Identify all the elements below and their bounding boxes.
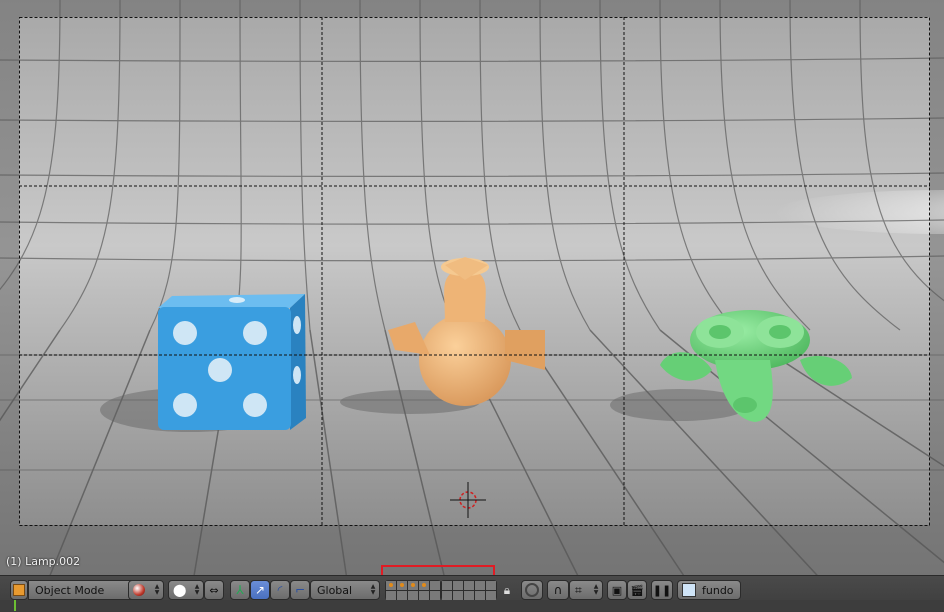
layer-3-button[interactable] bbox=[408, 581, 418, 590]
layer-13-button[interactable] bbox=[408, 591, 418, 600]
render-animation-button[interactable]: 🎬︎ bbox=[627, 580, 647, 600]
editor-type-button[interactable] bbox=[10, 580, 28, 600]
snap-toggle-button[interactable]: ∩ bbox=[547, 580, 569, 600]
layer-8-button[interactable] bbox=[464, 581, 474, 590]
active-object-label: (1) Lamp.002 bbox=[6, 555, 81, 568]
pivot-point-select[interactable]: ⬤ ▲ ▼ bbox=[168, 580, 204, 600]
layer-10-button[interactable] bbox=[486, 581, 496, 590]
layer-15-button[interactable] bbox=[430, 591, 440, 600]
scale-button[interactable]: ⌐ bbox=[290, 580, 310, 600]
layer-7-button[interactable] bbox=[453, 581, 463, 590]
layer-17-button[interactable] bbox=[453, 591, 463, 600]
layer-16-button[interactable] bbox=[442, 591, 452, 600]
snap-element-select[interactable]: ⌗ ▲ ▼ bbox=[569, 580, 603, 600]
dice-object bbox=[158, 294, 306, 430]
viewport-shading-select[interactable]: ▲ ▼ bbox=[128, 580, 164, 600]
current-frame-marker bbox=[14, 600, 16, 611]
dropdown-arrows-icon: ▲▼ bbox=[593, 583, 599, 596]
rotate-icon: ◜ bbox=[277, 583, 283, 597]
pivot-align-button[interactable]: ⇔ bbox=[204, 580, 224, 600]
scale-icon: ⌐ bbox=[294, 583, 306, 597]
render-animation-icon: 🎬︎ bbox=[630, 583, 644, 597]
camera-icon: ❚❚ bbox=[652, 583, 672, 597]
layer-20-button[interactable] bbox=[486, 591, 496, 600]
sphere-shading-icon bbox=[133, 584, 145, 596]
layer-6-button[interactable] bbox=[442, 581, 452, 590]
magnet-icon: ∩ bbox=[553, 583, 563, 597]
cube-icon bbox=[13, 584, 25, 596]
orientation-label: Global bbox=[317, 583, 353, 597]
layer-14-button[interactable] bbox=[419, 591, 429, 600]
layer-buttons-group-2[interactable] bbox=[441, 580, 497, 600]
layer-1-button[interactable] bbox=[386, 581, 396, 590]
scene-name: fundo bbox=[702, 583, 734, 597]
layer-5-button[interactable] bbox=[430, 581, 440, 590]
lock-icon: 🔒︎ bbox=[503, 582, 511, 597]
render-image-icon: ▣ bbox=[611, 583, 623, 597]
proportional-edit-icon bbox=[525, 583, 539, 597]
layer-2-button[interactable] bbox=[397, 581, 407, 590]
camera-view-button[interactable]: ❚❚ bbox=[651, 580, 673, 600]
layer-18-button[interactable] bbox=[464, 591, 474, 600]
scene-icon bbox=[682, 583, 696, 597]
translate-button[interactable]: ↗ bbox=[250, 580, 270, 600]
dropdown-arrows-icon: ▲▼ bbox=[154, 583, 160, 596]
mode-label: Object Mode bbox=[35, 583, 105, 597]
orientation-select[interactable]: Global ▲ ▼ bbox=[310, 580, 380, 600]
render-image-button[interactable]: ▣ bbox=[607, 580, 627, 600]
layer-9-button[interactable] bbox=[475, 581, 485, 590]
snap-element-icon: ⌗ bbox=[575, 582, 582, 597]
translate-icon: ↗ bbox=[254, 583, 266, 597]
timeline-strip bbox=[0, 600, 944, 611]
dropdown-arrows-icon: ▲▼ bbox=[370, 583, 376, 596]
pivot-point-icon: ⬤ bbox=[173, 583, 187, 597]
manipulator-toggle-icon: ⅄ bbox=[236, 583, 244, 597]
align-icon: ⇔ bbox=[209, 583, 219, 597]
layer-buttons-group-1[interactable] bbox=[385, 580, 441, 600]
layer-12-button[interactable] bbox=[397, 591, 407, 600]
manipulator-toggle-button[interactable]: ⅄ bbox=[230, 580, 250, 600]
layer-19-button[interactable] bbox=[475, 591, 485, 600]
layer-4-button[interactable] bbox=[419, 581, 429, 590]
viewport-render bbox=[0, 0, 944, 575]
3d-viewport[interactable]: (1) Lamp.002 bbox=[0, 0, 944, 575]
dropdown-arrows-icon: ▲▼ bbox=[194, 583, 200, 596]
proportional-edit-button[interactable] bbox=[521, 580, 543, 600]
scene-selector[interactable]: fundo bbox=[677, 580, 741, 600]
rotate-button[interactable]: ◜ bbox=[270, 580, 290, 600]
layer-11-button[interactable] bbox=[386, 591, 396, 600]
lock-layers-button[interactable]: 🔒︎ bbox=[499, 580, 515, 600]
